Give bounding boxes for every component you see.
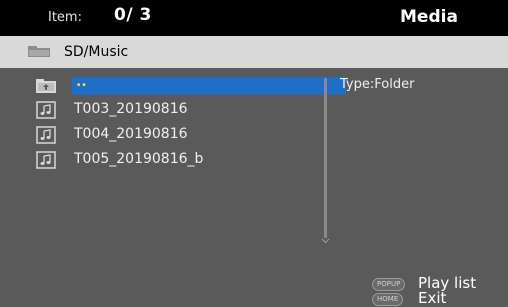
- folder-icon: [28, 46, 50, 57]
- header-bar: Item: 0/ 3 Media: [0, 0, 508, 36]
- item-label: Item:: [48, 10, 82, 25]
- item-type-info: Type:Folder: [340, 77, 415, 92]
- item-count: 0/ 3: [114, 5, 152, 25]
- scroll-down-arrow-icon[interactable]: [321, 236, 330, 245]
- home-key-badge: HOME: [372, 293, 404, 306]
- file-name: ..: [76, 74, 87, 90]
- music-file-icon: [36, 101, 56, 119]
- scrollbar[interactable]: [324, 78, 327, 238]
- current-path: SD/Music: [64, 44, 129, 60]
- media-browser-screen: Item: 0/ 3 Media SD/Music .. T003_201908…: [0, 0, 508, 307]
- path-bar: SD/Music: [0, 36, 508, 68]
- music-file-icon: [36, 151, 56, 169]
- home-action-label: Exit: [418, 289, 447, 307]
- music-file-icon: [36, 126, 56, 144]
- popup-key-badge: POPUP: [372, 278, 406, 291]
- parent-folder-icon: [36, 79, 56, 93]
- file-name: T003_20190816: [74, 101, 188, 117]
- selection-highlight: [72, 77, 346, 95]
- mode-title: Media: [400, 7, 458, 27]
- file-name: T004_20190816: [74, 126, 188, 142]
- file-name: T005_20190816_b: [74, 151, 204, 167]
